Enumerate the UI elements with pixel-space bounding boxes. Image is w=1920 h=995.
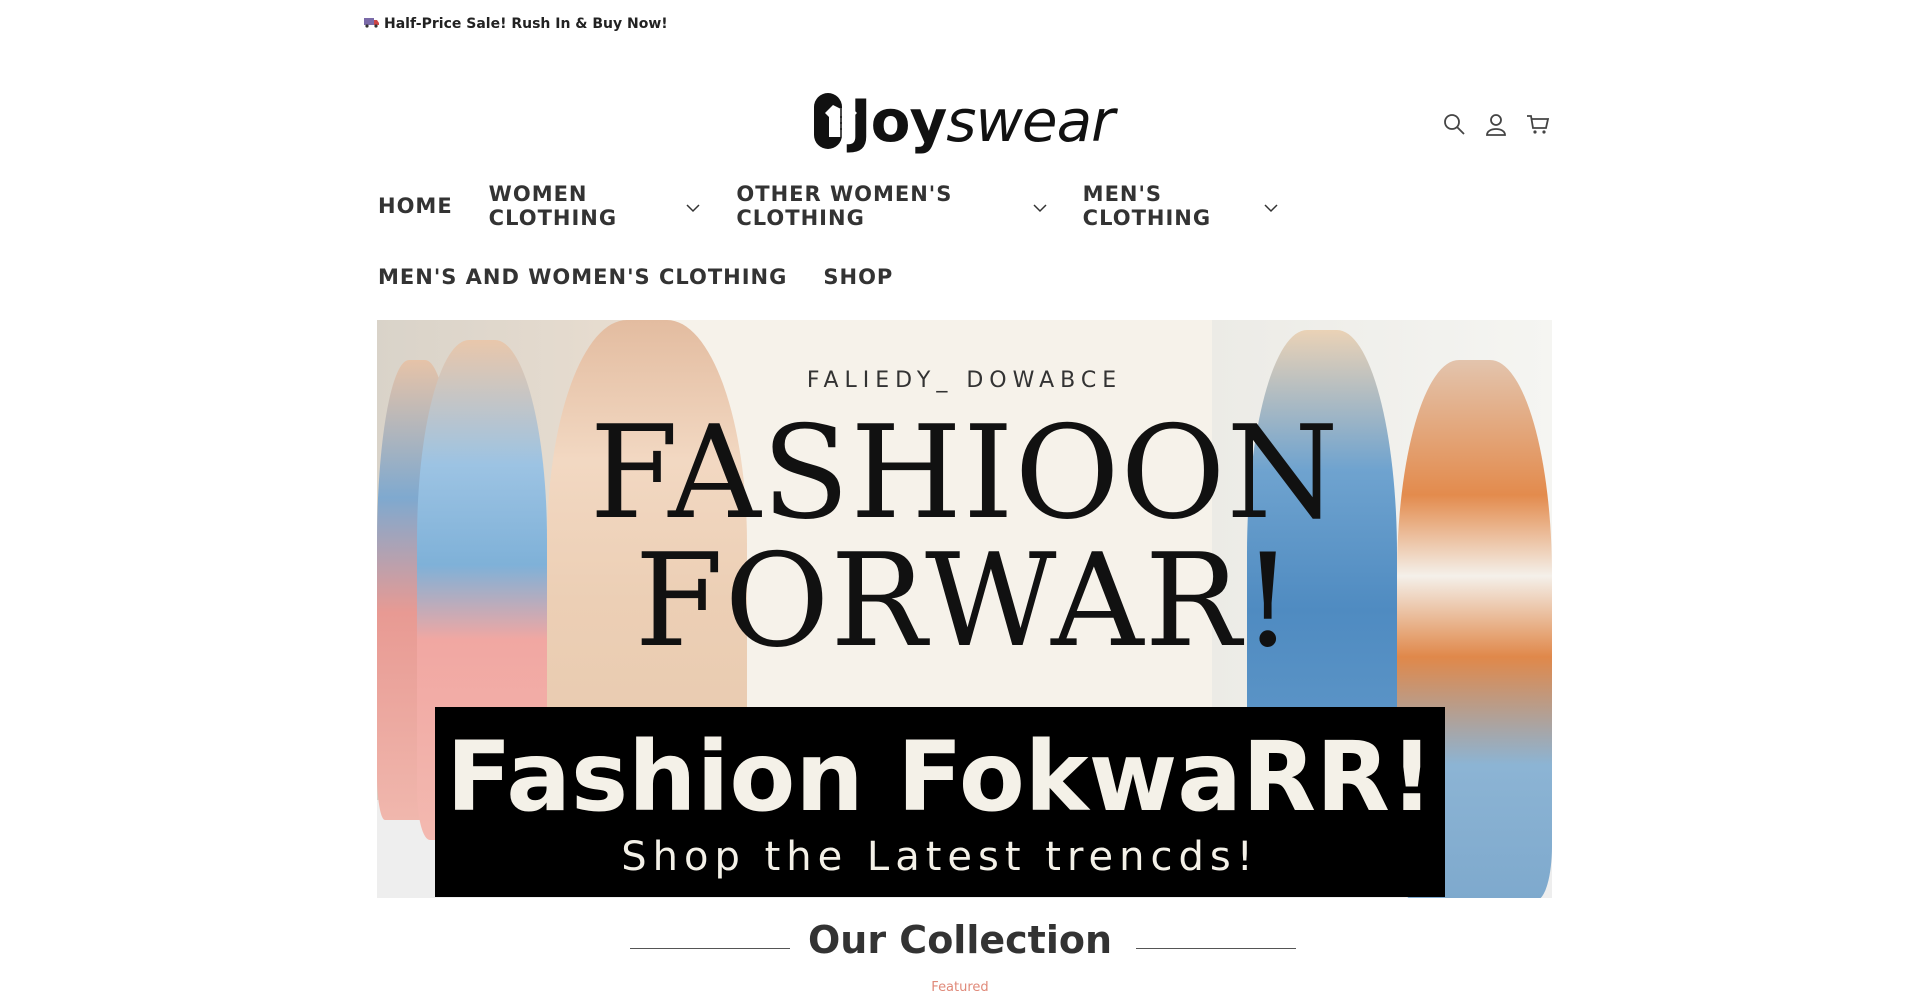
nav-home-label: HOME: [378, 194, 453, 218]
divider-left: [630, 948, 790, 949]
chevron-down-icon: [1264, 194, 1278, 218]
jacket-logo-icon: [814, 93, 857, 149]
cart-icon[interactable]: [1526, 112, 1552, 138]
hero-headline: FASHIOON FORWAR!: [377, 410, 1552, 666]
collection-title: Our Collection: [807, 918, 1113, 962]
hero-brand-line: FALIEDY_ DOWABCE: [806, 368, 1123, 393]
announcement-bar: Half-Price Sale! Rush In & Buy Now!: [364, 16, 668, 32]
nav-shop-label: SHOP: [823, 265, 894, 289]
truck-icon: [364, 16, 380, 32]
search-icon[interactable]: [1442, 112, 1468, 138]
nav-shop[interactable]: SHOP: [823, 265, 893, 289]
collection-section: Our Collection Featured: [0, 918, 1920, 995]
nav-mens-and-womens-clothing[interactable]: MEN'S AND WOMEN'S CLOTHING: [378, 265, 787, 289]
hero-banner-subtitle: Shop the Latest trencds!: [621, 834, 1259, 880]
divider-right: [1136, 948, 1296, 949]
nav-mens-clothing-label: MEN'S CLOTHING: [1082, 182, 1212, 230]
brand-name-part2: swear: [946, 87, 1115, 155]
hero-headline-line2: FORWAR!: [634, 527, 1295, 676]
hero-banner-title: Fashion FokwaRR!: [446, 721, 1434, 833]
hero-banner[interactable]: FALIEDY_ DOWABCE FASHIOON FORWAR! Fashio…: [377, 320, 1552, 898]
chevron-down-icon: [686, 194, 700, 218]
brand-name-part1: Joy: [850, 87, 947, 155]
nav-women-clothing-label: WOMEN CLOTHING: [488, 182, 618, 230]
hero-text-banner: Fashion FokwaRR! Shop the Latest trencds…: [435, 707, 1445, 897]
main-nav-row1: HOME WOMEN CLOTHING OTHER WOMEN'S CLOTHI…: [378, 182, 1278, 230]
header-icons: [1442, 112, 1552, 138]
brand-logo[interactable]: Joyswear: [814, 90, 1115, 152]
nav-women-clothing[interactable]: WOMEN CLOTHING: [489, 182, 701, 230]
nav-other-womens-clothing[interactable]: OTHER WOMEN'S CLOTHING: [736, 182, 1047, 230]
hero-headline-line1: FASHIOON: [589, 399, 1340, 548]
nav-home[interactable]: HOME: [378, 194, 453, 218]
user-icon[interactable]: [1484, 112, 1510, 138]
brand-name: Joyswear: [850, 91, 1115, 151]
announcement-text: Half-Price Sale! Rush In & Buy Now!: [384, 16, 668, 32]
chevron-down-icon: [1033, 194, 1047, 218]
main-nav-row2: MEN'S AND WOMEN'S CLOTHING SHOP: [378, 265, 1278, 289]
nav-mens-and-womens-clothing-label: MEN'S AND WOMEN'S CLOTHING: [378, 265, 788, 289]
nav-mens-clothing[interactable]: MEN'S CLOTHING: [1083, 182, 1278, 230]
nav-other-womens-clothing-label: OTHER WOMEN'S CLOTHING: [736, 182, 953, 230]
